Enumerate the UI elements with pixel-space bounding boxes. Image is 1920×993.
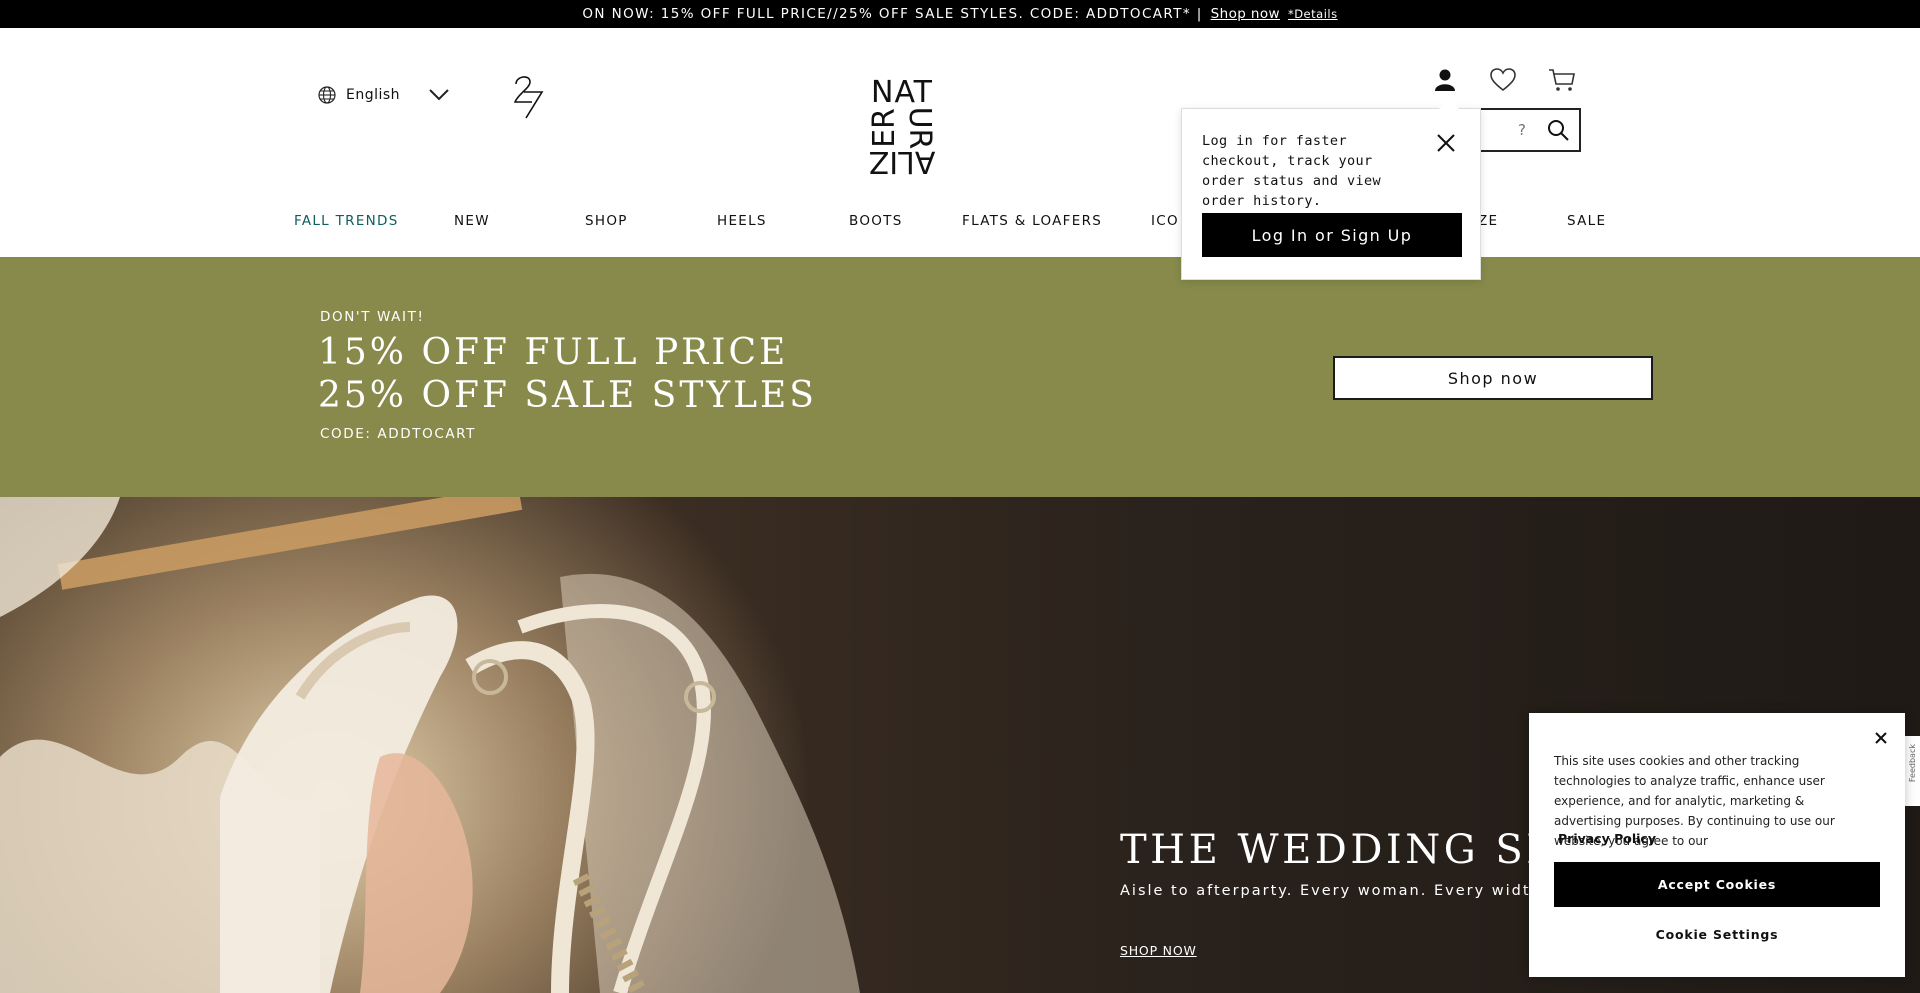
- banner-code: CODE: ADDTOCART: [320, 426, 477, 442]
- cart-icon[interactable]: [1548, 68, 1576, 96]
- search-icon[interactable]: [1547, 119, 1569, 141]
- nav-item-boots[interactable]: BOOTS: [849, 213, 903, 229]
- promo-shop-now-link[interactable]: Shop now: [1211, 6, 1280, 22]
- hero-shoes-image[interactable]: [0, 497, 880, 993]
- globe-icon: [318, 86, 336, 104]
- main-nav: FALL TRENDS NEW SHOP HEELS BOOTS FLATS &…: [0, 213, 1920, 237]
- site-header: English NAT ER UR ALIZ FALL TRENDS NEW S…: [0, 28, 1920, 257]
- cookie-settings-button[interactable]: Cookie Settings: [1554, 927, 1880, 942]
- nav-item-size[interactable]: ZE: [1478, 213, 1498, 229]
- promo-text: ON NOW: 15% OFF FULL PRICE//25% OFF SALE…: [582, 6, 1203, 22]
- nav-item-icons[interactable]: ICO: [1151, 213, 1179, 229]
- language-selector[interactable]: English: [318, 86, 450, 104]
- banner-headline: 15% OFF FULL PRICE 25% OFF SALE STYLES: [318, 331, 817, 417]
- banner-shop-now-button[interactable]: Shop now: [1333, 356, 1653, 400]
- promo-details-link[interactable]: *Details: [1288, 7, 1338, 21]
- svg-text:NAT: NAT: [871, 75, 933, 110]
- promo-bar: ON NOW: 15% OFF FULL PRICE//25% OFF SALE…: [0, 0, 1920, 28]
- login-signup-button[interactable]: Log In or Sign Up: [1202, 213, 1462, 257]
- close-icon[interactable]: [1875, 729, 1887, 748]
- nav-item-flats-loafers[interactable]: FLATS & LOAFERS: [962, 213, 1102, 229]
- wishlist-heart-icon[interactable]: [1490, 68, 1516, 96]
- nav-item-shop[interactable]: SHOP: [585, 213, 628, 229]
- banner-headline-line2: 25% OFF SALE STYLES: [318, 375, 817, 416]
- nav-item-fall-trends[interactable]: FALL TRENDS: [294, 213, 399, 229]
- brand-27-edit-logo[interactable]: [512, 74, 546, 124]
- accept-cookies-button[interactable]: Accept Cookies: [1554, 862, 1880, 907]
- login-popup: Log in for faster checkout, track your o…: [1181, 98, 1481, 280]
- svg-text:ER: ER: [867, 108, 902, 148]
- chevron-down-icon: [429, 89, 449, 101]
- login-popup-text: Log in for faster checkout, track your o…: [1202, 133, 1382, 209]
- account-icon[interactable]: [1434, 68, 1456, 96]
- nav-item-new[interactable]: NEW: [454, 213, 490, 229]
- naturalizer-logo[interactable]: NAT ER UR ALIZ: [866, 72, 938, 179]
- svg-text:UR: UR: [902, 107, 937, 150]
- promo-banner: DON'T WAIT! 15% OFF FULL PRICE 25% OFF S…: [0, 257, 1920, 497]
- nav-item-heels[interactable]: HEELS: [717, 213, 767, 229]
- nav-item-sale[interactable]: SALE: [1567, 213, 1606, 229]
- svg-text:ALIZ: ALIZ: [869, 144, 936, 176]
- close-icon[interactable]: [1436, 133, 1456, 157]
- hero-shop-now-link[interactable]: SHOP NOW: [1120, 943, 1197, 958]
- cookie-banner: This site uses cookies and other trackin…: [1529, 713, 1905, 977]
- privacy-policy-link[interactable]: Privacy Policy: [1558, 831, 1656, 846]
- banner-headline-line1: 15% OFF FULL PRICE: [318, 332, 789, 373]
- popup-caret: [1439, 98, 1459, 109]
- feedback-tab[interactable]: Feedback: [1905, 736, 1920, 806]
- feedback-label: Feedback: [1908, 744, 1917, 783]
- banner-kicker: DON'T WAIT!: [320, 309, 425, 325]
- language-label: English: [346, 87, 401, 103]
